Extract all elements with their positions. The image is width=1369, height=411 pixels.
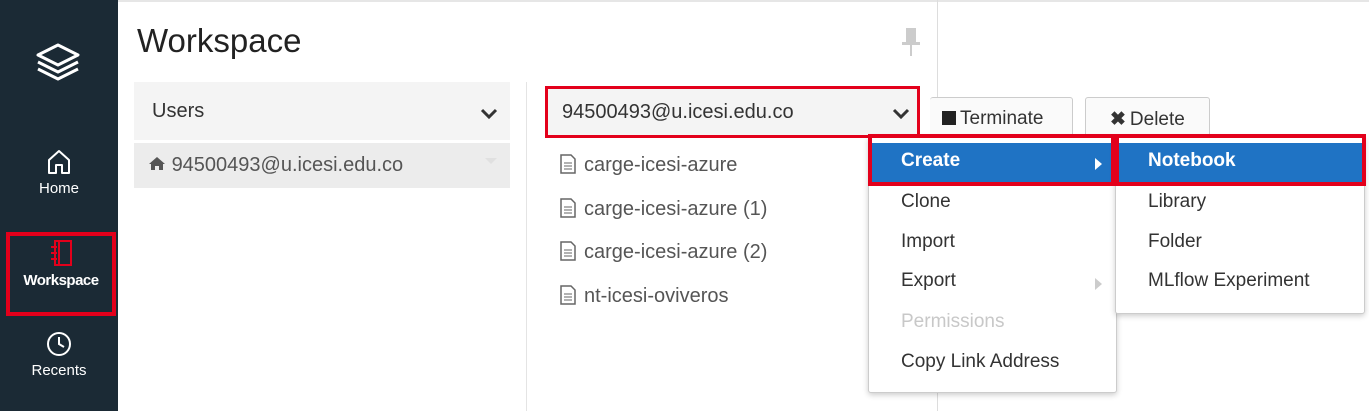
chevron-down-icon[interactable]	[484, 157, 498, 166]
databricks-logo-icon[interactable]	[34, 42, 82, 82]
notebook-file-icon	[560, 198, 576, 218]
terminate-button[interactable]: Terminate	[930, 97, 1073, 137]
user-folder-label: 94500493@u.icesi.edu.co	[171, 154, 404, 176]
chevron-down-icon[interactable]	[480, 108, 498, 120]
highlight-notebook	[1115, 134, 1366, 186]
delete-label: Delete	[1129, 109, 1185, 130]
folder-header-label: 94500493@u.icesi.edu.co	[562, 101, 794, 123]
notebook-file-icon	[560, 285, 576, 305]
file-item[interactable]: nt-icesi-oviveros	[560, 285, 728, 308]
stop-icon	[942, 111, 956, 125]
users-header[interactable]: Users	[134, 82, 510, 140]
sidebar-item-label: Workspace	[23, 272, 99, 289]
folder-header[interactable]: 94500493@u.icesi.edu.co	[545, 86, 920, 138]
pin-icon[interactable]	[900, 26, 922, 58]
caret-right-icon	[1095, 278, 1102, 290]
menu-item-clone[interactable]: Clone	[869, 184, 1116, 224]
highlight-create	[868, 134, 1115, 186]
menu-item-label: Copy Link Address	[901, 351, 1060, 372]
file-item[interactable]: carge-icesi-azure (2)	[560, 241, 767, 264]
sidebar: Home Workspace Recents	[0, 0, 118, 411]
chevron-down-icon[interactable]	[892, 108, 910, 120]
submenu-item-mlflow-experiment[interactable]: MLflow Experiment	[1116, 263, 1364, 303]
menu-item-label: Import	[901, 231, 955, 252]
menu-item-permissions: Permissions	[869, 304, 1116, 344]
sidebar-item-label: Recents	[31, 362, 87, 379]
menu-item-export[interactable]: Export	[869, 263, 1116, 303]
file-name: nt-icesi-oviveros	[584, 285, 729, 307]
users-header-label: Users	[152, 100, 205, 122]
menu-item-import[interactable]: Import	[869, 224, 1116, 264]
user-folder-item: 94500493@u.icesi.edu.co	[148, 154, 403, 177]
file-name: carge-icesi-azure (2)	[584, 241, 768, 263]
menu-item-label: Clone	[901, 191, 951, 212]
sidebar-item-home[interactable]: Home	[0, 148, 118, 197]
notebook-file-icon	[560, 241, 576, 261]
delete-button[interactable]: ✖ Delete	[1085, 97, 1210, 137]
user-folder-row[interactable]: 94500493@u.icesi.edu.co	[134, 143, 510, 188]
submenu-item-label: MLflow Experiment	[1148, 270, 1310, 291]
submenu-item-label: Library	[1148, 191, 1207, 212]
workspace-icon	[51, 240, 72, 266]
terminate-label: Terminate	[960, 108, 1044, 129]
file-item[interactable]: carge-icesi-azure	[560, 154, 737, 177]
column-divider	[526, 82, 527, 411]
sidebar-item-workspace[interactable]: Workspace	[6, 232, 116, 316]
sidebar-item-label: Home	[38, 180, 79, 197]
home-icon	[48, 150, 70, 174]
submenu-item-folder[interactable]: Folder	[1116, 224, 1364, 264]
file-name: carge-icesi-azure	[584, 154, 738, 176]
file-name: carge-icesi-azure (1)	[584, 198, 768, 220]
notebook-file-icon	[560, 154, 576, 174]
menu-item-label: Permissions	[901, 311, 1005, 332]
submenu-item-label: Folder	[1148, 231, 1202, 252]
clock-icon	[47, 332, 71, 356]
page-title: Workspace	[137, 22, 302, 59]
close-icon: ✖	[1110, 109, 1126, 130]
file-item[interactable]: carge-icesi-azure (1)	[560, 198, 767, 221]
top-border	[118, 0, 1369, 2]
menu-item-label: Export	[901, 270, 956, 291]
home-icon	[149, 157, 165, 170]
sidebar-item-recents[interactable]: Recents	[0, 330, 118, 379]
menu-item-copy-link[interactable]: Copy Link Address	[869, 344, 1116, 384]
submenu-item-library[interactable]: Library	[1116, 184, 1364, 224]
